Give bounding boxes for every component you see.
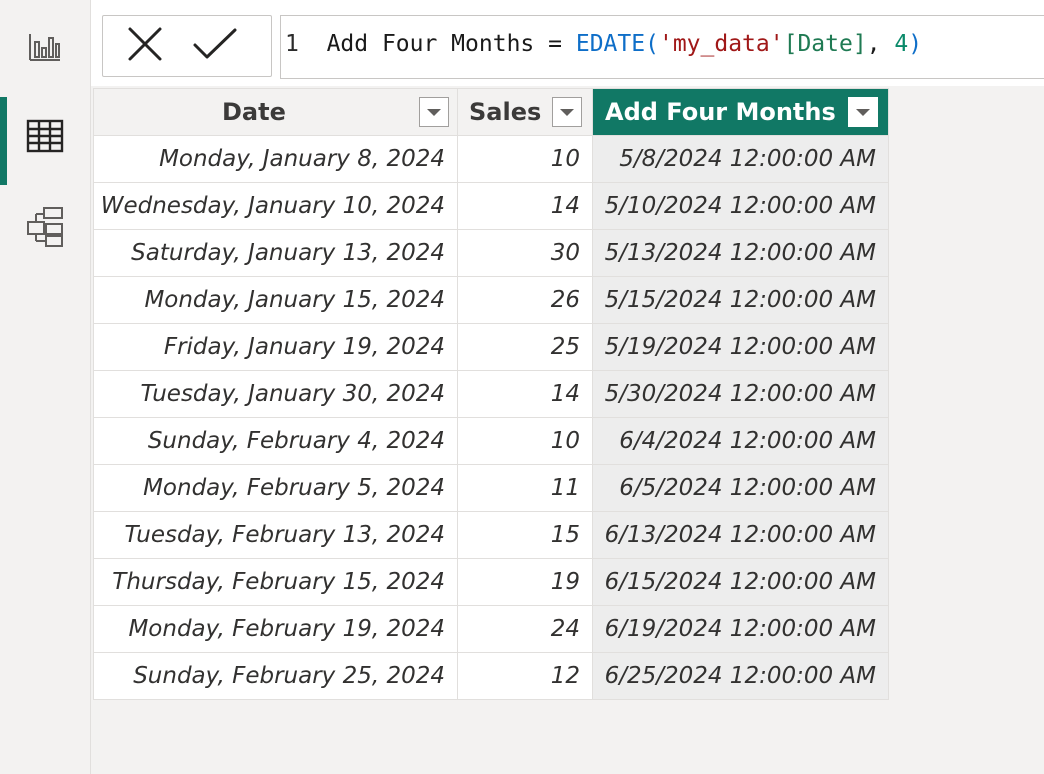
date-cell[interactable]: Sunday, February 25, 2024 bbox=[93, 652, 458, 700]
filter-dropdown-sales[interactable] bbox=[552, 97, 582, 127]
add-four-months-cell[interactable]: 6/15/2024 12:00:00 AM bbox=[592, 558, 889, 606]
chevron-down-icon bbox=[560, 108, 574, 116]
formula-number-arg: 4 bbox=[894, 31, 909, 57]
close-icon bbox=[126, 25, 164, 67]
formula-input[interactable]: 1 Add Four Months = EDATE('my_data'[Date… bbox=[280, 15, 1044, 79]
cancel-formula-button[interactable] bbox=[115, 24, 175, 68]
table-row: Tuesday, February 13, 2024 15 6/13/2024 12… bbox=[93, 511, 889, 559]
table-row: Sunday, February 25, 2024 12 6/25/2024 12:… bbox=[93, 652, 889, 700]
sales-cell[interactable]: 12 bbox=[457, 652, 593, 700]
formula-table-ref: 'my_data' bbox=[658, 31, 784, 57]
date-cell[interactable]: Thursday, February 15, 2024 bbox=[93, 558, 458, 606]
table-row: Tuesday, January 30, 2024 14 5/30/2024 12:… bbox=[93, 370, 889, 418]
checkmark-icon bbox=[192, 27, 238, 65]
sales-cell[interactable]: 14 bbox=[457, 370, 593, 418]
date-cell[interactable]: Tuesday, January 30, 2024 bbox=[93, 370, 458, 418]
sales-cell[interactable]: 26 bbox=[457, 276, 593, 324]
table-view-button[interactable] bbox=[0, 103, 90, 173]
table-row: Friday, January 19, 2024 25 5/19/2024 12:0… bbox=[93, 323, 889, 371]
table-row: Thursday, February 15, 2024 19 6/15/2024 1… bbox=[93, 558, 889, 606]
add-four-months-cell[interactable]: 5/30/2024 12:00:00 AM bbox=[592, 370, 889, 418]
sales-cell[interactable]: 15 bbox=[457, 511, 593, 559]
formula-commit-controls bbox=[102, 15, 272, 77]
date-cell[interactable]: Tuesday, February 13, 2024 bbox=[93, 511, 458, 559]
sales-cell[interactable]: 10 bbox=[457, 135, 593, 183]
date-cell[interactable]: Saturday, January 13, 2024 bbox=[93, 229, 458, 277]
date-cell[interactable]: Sunday, February 4, 2024 bbox=[93, 417, 458, 465]
table-row: Monday, January 15, 2024 26 5/15/2024 12:0… bbox=[93, 276, 889, 324]
filter-dropdown-add-four-months[interactable] bbox=[848, 97, 878, 127]
model-view-button[interactable] bbox=[0, 194, 90, 264]
sales-cell[interactable]: 14 bbox=[457, 182, 593, 230]
date-cell[interactable]: Monday, January 15, 2024 bbox=[93, 276, 458, 324]
commit-formula-button[interactable] bbox=[185, 24, 245, 68]
sales-cell[interactable]: 30 bbox=[457, 229, 593, 277]
table-row: Saturday, January 13, 2024 30 5/13/2024 12… bbox=[93, 229, 889, 277]
table-header-row: Date Sales Add Four Months bbox=[93, 88, 889, 136]
date-cell[interactable]: Wednesday, January 10, 2024 bbox=[93, 182, 458, 230]
table-row: Wednesday, January 10, 2024 14 5/10/2024 1… bbox=[93, 182, 889, 230]
chevron-down-icon bbox=[427, 108, 441, 116]
table-view-icon bbox=[26, 119, 64, 157]
formula-separator: , bbox=[866, 31, 881, 57]
add-four-months-cell[interactable]: 6/25/2024 12:00:00 AM bbox=[592, 652, 889, 700]
formula-line-number: 1 bbox=[285, 31, 299, 57]
formula-measure-name: Add Four Months bbox=[326, 31, 535, 57]
table-row: Sunday, February 4, 2024 10 6/4/2024 12:00… bbox=[93, 417, 889, 465]
table-row: Monday, February 19, 2024 24 6/19/2024 12:… bbox=[93, 605, 889, 653]
add-four-months-cell[interactable]: 5/8/2024 12:00:00 AM bbox=[592, 135, 889, 183]
view-rail bbox=[0, 0, 91, 774]
add-four-months-cell[interactable]: 5/15/2024 12:00:00 AM bbox=[592, 276, 889, 324]
data-table: Date Sales Add Four Months Monday, Janua… bbox=[93, 88, 889, 700]
column-header-add-four-months[interactable]: Add Four Months bbox=[592, 88, 889, 136]
formula-function: EDATE bbox=[575, 31, 646, 57]
add-four-months-cell[interactable]: 5/19/2024 12:00:00 AM bbox=[592, 323, 889, 371]
table-row: Monday, January 8, 2024 10 5/8/2024 12:00:… bbox=[93, 135, 889, 183]
formula-column-ref: [Date] bbox=[783, 31, 867, 57]
model-view-icon bbox=[24, 206, 66, 252]
table-row: Monday, February 5, 2024 11 6/5/2024 12:00… bbox=[93, 464, 889, 512]
date-cell[interactable]: Monday, January 8, 2024 bbox=[93, 135, 458, 183]
add-four-months-cell[interactable]: 5/13/2024 12:00:00 AM bbox=[592, 229, 889, 277]
column-header-sales[interactable]: Sales bbox=[457, 88, 593, 136]
sales-cell[interactable]: 25 bbox=[457, 323, 593, 371]
sales-cell[interactable]: 19 bbox=[457, 558, 593, 606]
date-cell[interactable]: Monday, February 5, 2024 bbox=[93, 464, 458, 512]
add-four-months-cell[interactable]: 6/19/2024 12:00:00 AM bbox=[592, 605, 889, 653]
date-cell[interactable]: Monday, February 19, 2024 bbox=[93, 605, 458, 653]
date-cell[interactable]: Friday, January 19, 2024 bbox=[93, 323, 458, 371]
formula-close-paren: ) bbox=[908, 31, 923, 57]
filter-dropdown-date[interactable] bbox=[419, 97, 449, 127]
sales-cell[interactable]: 24 bbox=[457, 605, 593, 653]
chevron-down-icon bbox=[856, 108, 870, 116]
sales-cell[interactable]: 11 bbox=[457, 464, 593, 512]
formula-equals: = bbox=[548, 31, 562, 57]
add-four-months-cell[interactable]: 6/13/2024 12:00:00 AM bbox=[592, 511, 889, 559]
add-four-months-cell[interactable]: 6/4/2024 12:00:00 AM bbox=[592, 417, 889, 465]
formula-open-paren: ( bbox=[645, 31, 659, 57]
report-view-button[interactable] bbox=[0, 14, 90, 84]
add-four-months-cell[interactable]: 5/10/2024 12:00:00 AM bbox=[592, 182, 889, 230]
add-four-months-cell[interactable]: 6/5/2024 12:00:00 AM bbox=[592, 464, 889, 512]
column-header-label: Sales bbox=[469, 98, 542, 126]
column-header-label: Date bbox=[222, 98, 286, 126]
column-header-label: Add Four Months bbox=[605, 98, 836, 126]
report-view-icon bbox=[28, 32, 62, 66]
column-header-date[interactable]: Date bbox=[93, 88, 458, 136]
sales-cell[interactable]: 10 bbox=[457, 417, 593, 465]
